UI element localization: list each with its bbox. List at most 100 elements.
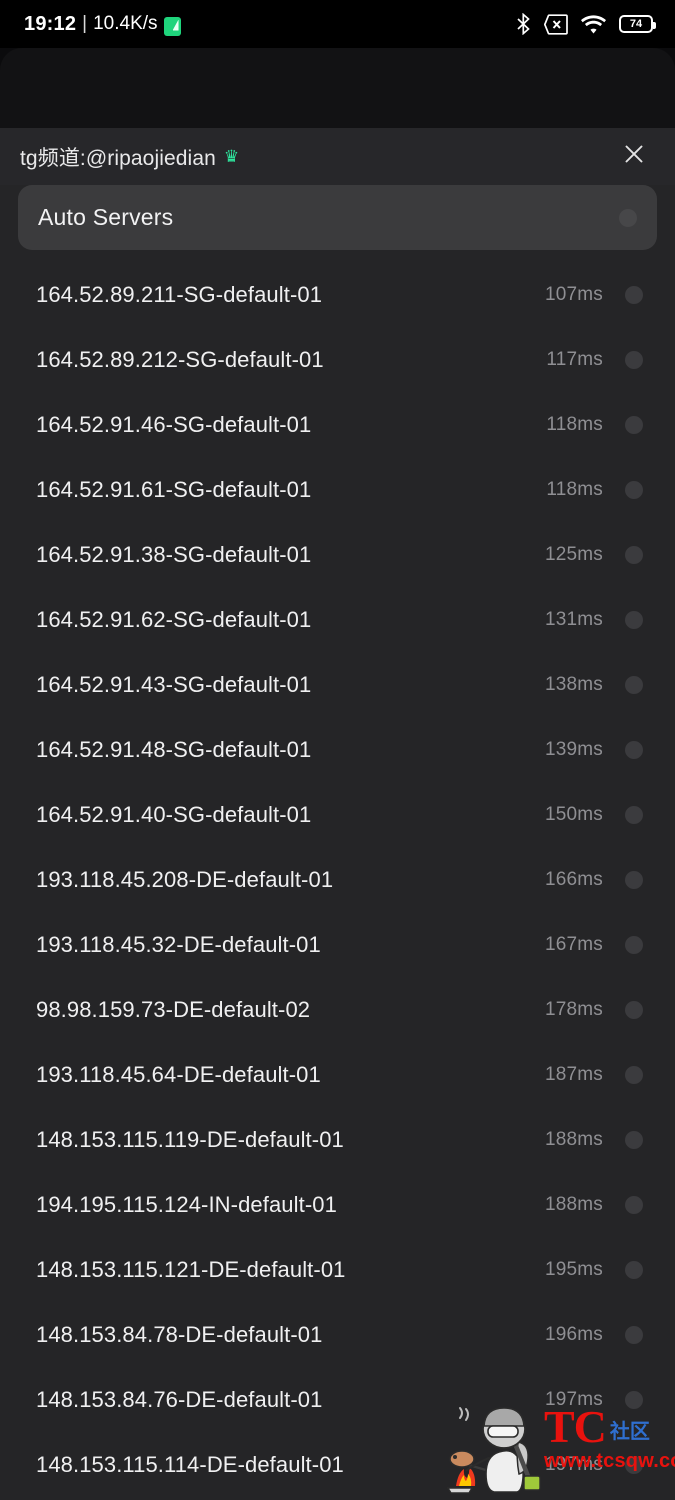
server-radio-icon[interactable] — [625, 285, 643, 304]
server-list-item[interactable]: 98.98.159.73-DE-default-02 178ms — [0, 977, 675, 1042]
server-radio-icon[interactable] — [625, 350, 643, 369]
status-bar-left: 19:12 | 10.4K/s — [24, 13, 181, 36]
server-name: 164.52.91.61-SG-default-01 — [36, 476, 312, 502]
server-list-item[interactable]: 148.153.84.76-DE-default-01 197ms — [0, 1367, 675, 1432]
server-list-item[interactable]: 193.118.45.32-DE-default-01 167ms — [0, 912, 675, 977]
phone-screen: 19:12 | 10.4K/s 74 tg频道:@ripaojiedian ♛ … — [0, 0, 675, 1500]
server-name: 164.52.91.40-SG-default-01 — [36, 801, 312, 827]
server-radio-icon[interactable] — [625, 1325, 643, 1344]
server-name: 164.52.91.43-SG-default-01 — [36, 671, 312, 697]
auto-servers-label: Auto Servers — [38, 204, 174, 230]
server-name: 194.195.115.124-IN-default-01 — [36, 1191, 337, 1217]
server-list-item[interactable]: 164.52.91.62-SG-default-01 131ms — [0, 587, 675, 652]
server-radio-icon[interactable] — [625, 545, 643, 564]
server-latency: 118ms — [546, 478, 603, 500]
server-list-item[interactable]: 164.52.91.43-SG-default-01 138ms — [0, 652, 675, 717]
server-list-item[interactable]: 164.52.91.61-SG-default-01 118ms — [0, 457, 675, 522]
server-list-item[interactable]: 193.118.45.64-DE-default-01 187ms — [0, 1042, 675, 1107]
bluetooth-icon — [516, 13, 531, 35]
status-bar-separator: | — [82, 13, 88, 34]
auto-servers-row[interactable]: Auto Servers — [18, 185, 657, 250]
server-latency: 196ms — [544, 1323, 603, 1345]
server-name: 164.52.89.212-SG-default-01 — [36, 346, 324, 372]
server-radio-icon[interactable] — [625, 1260, 643, 1279]
green-app-icon — [163, 16, 181, 36]
server-name: 148.153.115.121-DE-default-01 — [36, 1256, 346, 1282]
server-list-item[interactable]: 148.153.84.78-DE-default-01 196ms — [0, 1302, 675, 1367]
status-bar-right: 74 — [516, 13, 656, 35]
server-radio-icon[interactable] — [625, 1195, 643, 1214]
server-list-item[interactable]: 148.153.115.114-DE-default-01 197ms — [0, 1432, 675, 1497]
server-name: 164.52.91.62-SG-default-01 — [36, 606, 312, 632]
server-latency: 178ms — [544, 998, 603, 1020]
server-list-item[interactable]: 164.52.91.38-SG-default-01 125ms — [0, 522, 675, 587]
server-name: 193.118.45.32-DE-default-01 — [36, 931, 321, 957]
server-latency: 138ms — [544, 673, 603, 695]
server-radio-icon[interactable] — [625, 415, 643, 434]
server-name: 193.118.45.208-DE-default-01 — [36, 866, 334, 892]
status-bar-network-speed: 10.4K/s — [93, 13, 158, 34]
server-radio-icon[interactable] — [625, 675, 643, 694]
server-latency: 166ms — [544, 868, 603, 890]
server-radio-icon[interactable] — [625, 480, 643, 499]
server-latency: 188ms — [544, 1128, 603, 1150]
server-list-item[interactable]: 194.195.115.124-IN-default-01 188ms — [0, 1172, 675, 1237]
server-radio-icon[interactable] — [625, 1455, 643, 1474]
server-latency: 187ms — [544, 1063, 603, 1085]
server-latency: 150ms — [544, 803, 603, 825]
server-list-item[interactable]: 164.52.89.212-SG-default-01 117ms — [0, 327, 675, 392]
server-radio-icon[interactable] — [625, 1000, 643, 1019]
close-button[interactable] — [617, 140, 651, 174]
server-name: 164.52.91.46-SG-default-01 — [36, 411, 312, 437]
battery-level-label: 74 — [629, 17, 643, 30]
server-name: 148.153.115.114-DE-default-01 — [36, 1451, 344, 1477]
server-latency: 118ms — [546, 413, 603, 435]
dialog-title: tg频道:@ripaojiedian — [20, 146, 216, 170]
server-list-item[interactable]: 164.52.89.211-SG-default-01 107ms — [0, 262, 675, 327]
server-latency: 107ms — [544, 283, 603, 305]
server-latency: 117ms — [546, 348, 603, 370]
server-radio-icon[interactable] — [625, 1390, 643, 1409]
server-radio-icon[interactable] — [625, 610, 643, 629]
server-radio-icon[interactable] — [625, 1065, 643, 1084]
server-name: 148.153.84.76-DE-default-01 — [36, 1386, 323, 1412]
server-latency: 188ms — [544, 1193, 603, 1215]
server-latency: 197ms — [544, 1453, 603, 1475]
auto-servers-radio-icon[interactable] — [619, 208, 637, 227]
dialog-header: tg频道:@ripaojiedian ♛ — [0, 128, 675, 185]
server-latency: 195ms — [544, 1258, 603, 1280]
server-list-item[interactable]: 164.52.91.48-SG-default-01 139ms — [0, 717, 675, 782]
close-icon — [623, 143, 645, 170]
server-latency: 131ms — [544, 608, 603, 630]
server-selection-dialog: tg频道:@ripaojiedian ♛ Auto Servers 164.52… — [0, 128, 675, 1500]
dialog-backdrop-top — [0, 48, 675, 128]
server-latency: 139ms — [544, 738, 603, 760]
no-sim-icon — [544, 13, 568, 35]
server-radio-icon[interactable] — [625, 805, 643, 824]
server-list-item[interactable]: 164.52.91.46-SG-default-01 118ms — [0, 392, 675, 457]
server-name: 164.52.91.48-SG-default-01 — [36, 736, 312, 762]
server-list-item[interactable]: 193.118.45.208-DE-default-01 166ms — [0, 847, 675, 912]
server-list-item[interactable]: 148.153.115.121-DE-default-01 195ms — [0, 1237, 675, 1302]
server-radio-icon[interactable] — [625, 935, 643, 954]
server-name: 193.118.45.64-DE-default-01 — [36, 1061, 321, 1087]
status-bar-clock: 19:12 — [24, 12, 77, 35]
server-radio-icon[interactable] — [625, 1130, 643, 1149]
server-radio-icon[interactable] — [625, 870, 643, 889]
status-bar: 19:12 | 10.4K/s 74 — [0, 0, 675, 48]
server-list-item[interactable]: 148.153.115.119-DE-default-01 188ms — [0, 1107, 675, 1172]
server-list-item[interactable]: 164.52.91.40-SG-default-01 150ms — [0, 782, 675, 847]
server-latency: 197ms — [544, 1388, 603, 1410]
battery-icon: 74 — [619, 15, 656, 33]
server-name: 164.52.91.38-SG-default-01 — [36, 541, 312, 567]
server-name: 98.98.159.73-DE-default-02 — [36, 996, 311, 1022]
server-name: 148.153.115.119-DE-default-01 — [36, 1126, 344, 1152]
crown-icon: ♛ — [223, 147, 240, 166]
server-radio-icon[interactable] — [625, 740, 643, 759]
wifi-icon — [581, 14, 606, 34]
server-name: 148.153.84.78-DE-default-01 — [36, 1321, 323, 1347]
server-list[interactable]: 164.52.89.211-SG-default-01 107ms 164.52.8… — [0, 262, 675, 1497]
server-name: 164.52.89.211-SG-default-01 — [36, 281, 323, 307]
server-latency: 125ms — [544, 543, 603, 565]
server-latency: 167ms — [544, 933, 603, 955]
